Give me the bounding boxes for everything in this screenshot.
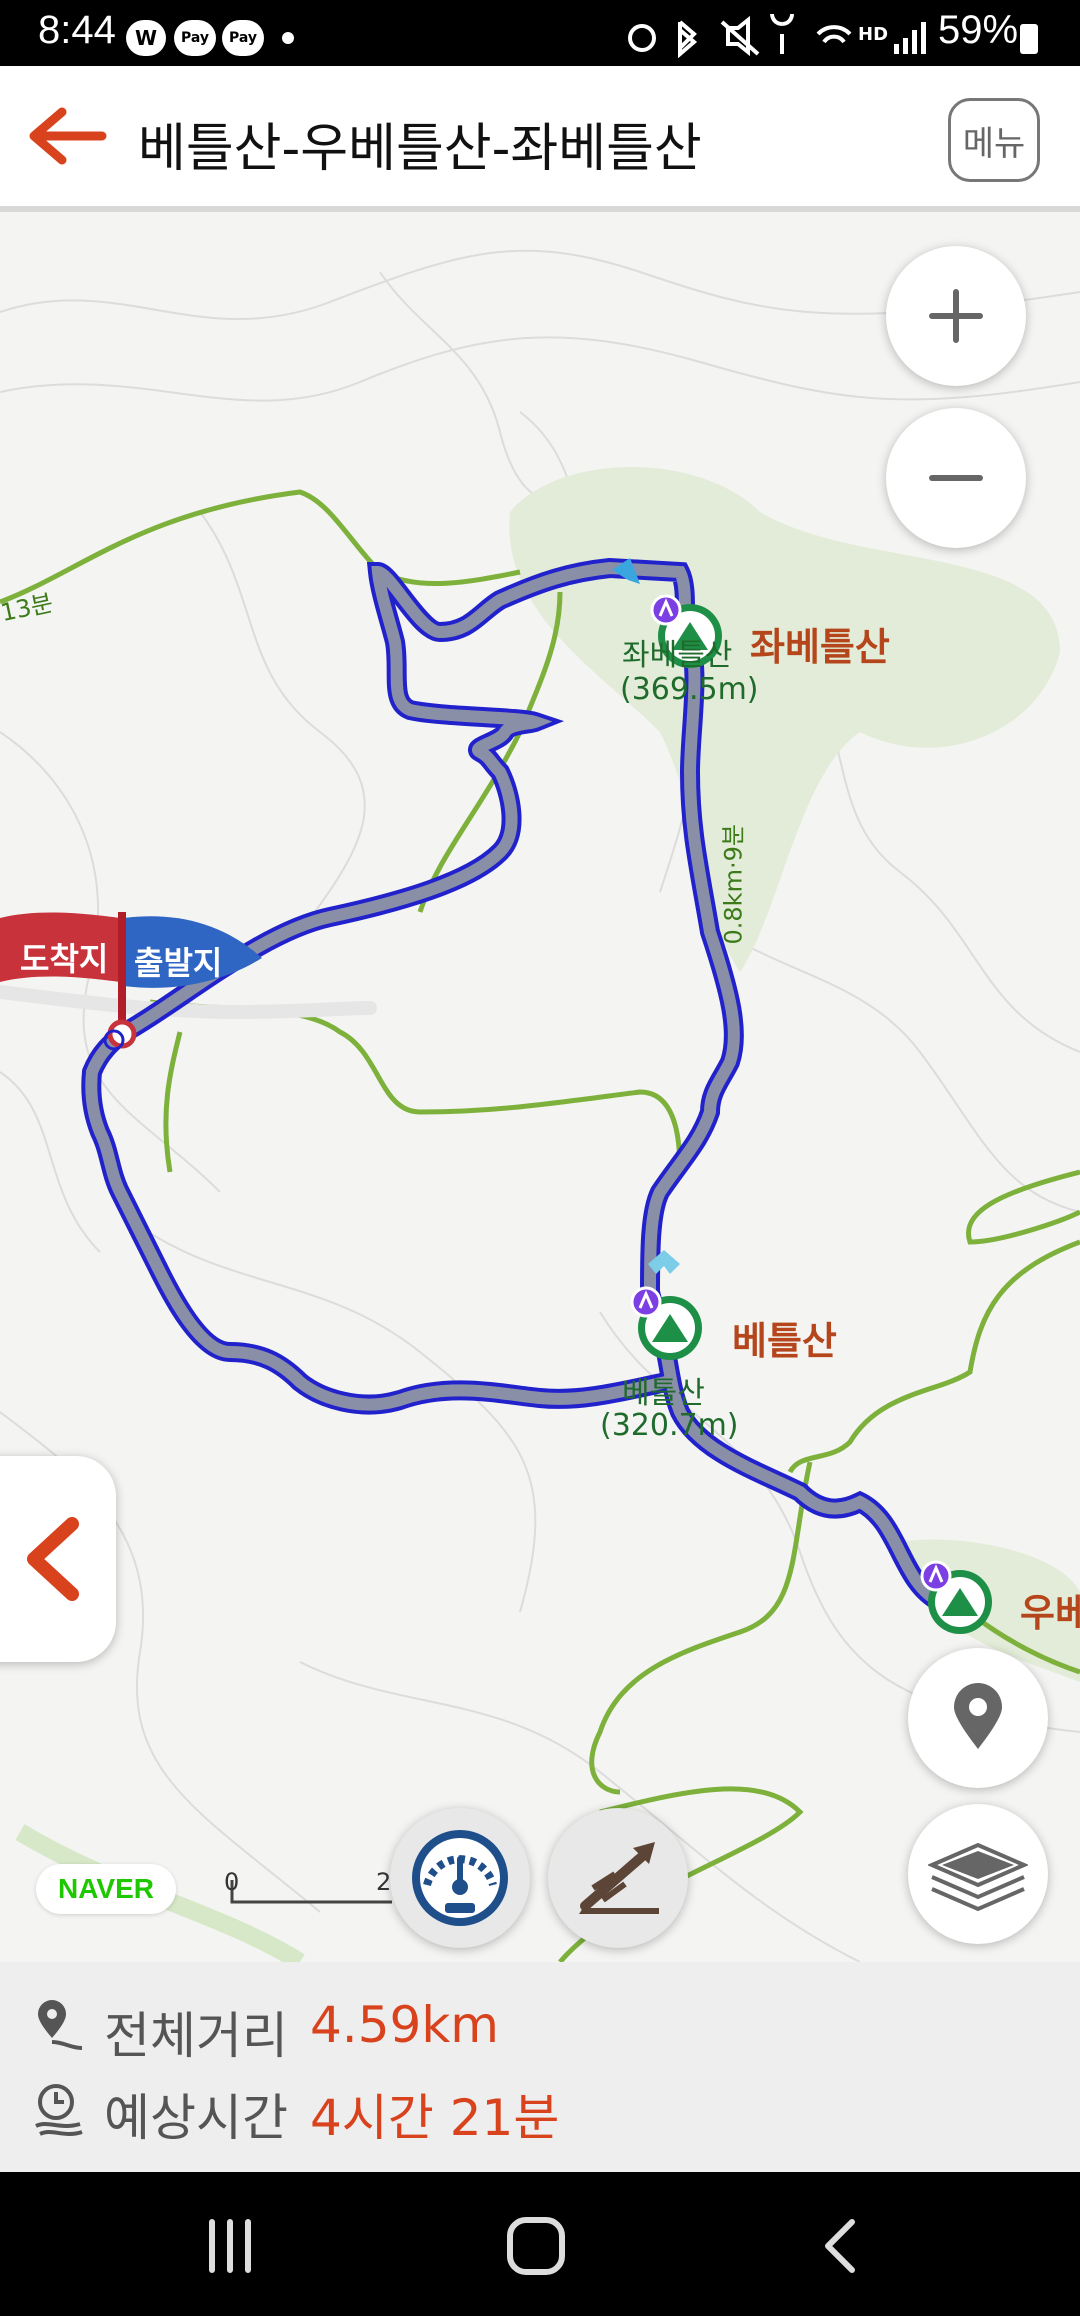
peak-label-left-beteul[interactable]: 좌베틀산 [750, 616, 890, 671]
home-icon[interactable] [504, 2214, 568, 2278]
back-icon[interactable] [816, 2216, 866, 2276]
w-app-icon: W [126, 20, 166, 56]
peak-marker-beteul [630, 1286, 702, 1360]
system-status-icons: HD [628, 14, 926, 58]
route-pin-icon [38, 2000, 83, 2050]
pay-app-icon-2: Pay [222, 20, 264, 56]
trail-segment-label: 0.8km·9분 [719, 824, 748, 945]
start-label: 출발지 [134, 944, 223, 982]
notification-dot-icon [282, 32, 294, 44]
naver-logo-text: NAVER [58, 1873, 154, 1904]
time-label: 예상시간 [104, 2089, 288, 2147]
layers-button[interactable] [908, 1804, 1048, 1944]
zoom-out-button[interactable] [886, 408, 1026, 548]
chevron-left-icon [27, 1517, 79, 1601]
peak-label-beteul[interactable]: 베틀산 [732, 1310, 837, 1365]
zoom-in-button[interactable] [886, 246, 1026, 386]
speed-button[interactable] [390, 1808, 530, 1948]
peak-label-right-beteul[interactable]: 우베틀산 [1020, 1591, 1080, 1632]
status-time: 8:44 [38, 8, 116, 52]
location-button[interactable] [908, 1648, 1048, 1788]
panel-toggle-button[interactable] [0, 1456, 116, 1662]
peak-label-right-beteul-clip: 우베틀산 [1020, 1582, 1080, 1632]
distance-label: 전체거리 [104, 2007, 288, 2065]
flag-pole [118, 912, 126, 1032]
battery-icon [1020, 24, 1038, 54]
route-info-panel: 전체거리 4.59km 예상시간 4시간 21분 [0, 1962, 1080, 2172]
back-arrow-icon[interactable] [22, 106, 112, 166]
layers-icon [928, 1842, 1028, 1912]
distance-value: 4.59km [310, 1996, 499, 2054]
pay-app-icon: Pay [174, 20, 216, 56]
recent-apps-icon[interactable] [200, 2216, 260, 2276]
peak-maplabel-left-beteul: 좌베틀산 [622, 638, 733, 673]
scale-end-label: 2 [376, 1868, 392, 1896]
menu-button[interactable]: 메뉴 [948, 98, 1040, 182]
minus-icon [929, 475, 983, 481]
slope-icon [579, 1842, 659, 1914]
end-label: 도착지 [20, 940, 109, 978]
battery-percent: 59% [938, 8, 1019, 52]
slope-button[interactable] [548, 1808, 688, 1948]
time-value: 4시간 21분 [310, 2089, 560, 2147]
clock-hiker-icon [35, 2084, 83, 2136]
map-pin-icon [954, 1683, 1002, 1749]
status-bar: 8:44 W Pay Pay HD 59% [0, 0, 1080, 66]
plus-icon [929, 289, 983, 343]
scale-bar [230, 1880, 392, 1904]
scale-start-label: 0 [224, 1868, 240, 1896]
system-nav-bar [0, 2172, 1080, 2316]
page-title: 베틀산-우베틀산-좌베틀산 [138, 119, 702, 179]
speedometer-icon [412, 1830, 508, 1926]
map-view[interactable]: 도착지 출발지 13분 0.8km·9분 좌베틀산 좌베틀산 (369.5m) … [0, 212, 1080, 1962]
peak-maplabel-beteul: 베틀산 [622, 1376, 705, 1411]
naver-logo: NAVER [36, 1864, 176, 1914]
peak-elevation-left-beteul: (369.5m) [620, 672, 759, 707]
svg-text:HD: HD [858, 24, 888, 45]
app-header: 베틀산-우베틀산-좌베틀산 메뉴 [0, 66, 1080, 212]
peak-elevation-beteul: (320.7m) [600, 1408, 739, 1443]
